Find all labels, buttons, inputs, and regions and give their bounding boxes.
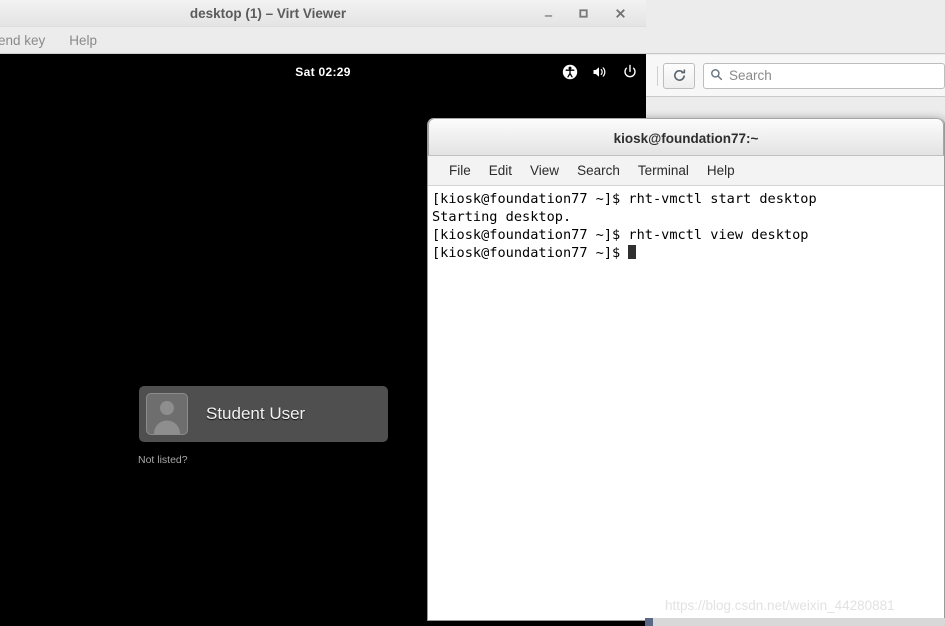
gdm-not-listed-link[interactable]: Not listed?	[138, 454, 188, 466]
power-icon[interactable]	[622, 64, 638, 80]
background-window-toolbar: Search	[646, 55, 945, 97]
bottom-scroll-strip	[645, 618, 945, 626]
gdm-clock[interactable]: Sat 02:29	[0, 54, 646, 90]
terminal-menu-help[interactable]: Help	[698, 163, 744, 178]
gdm-user-tile[interactable]: Student User	[139, 386, 388, 442]
terminal-menu-terminal[interactable]: Terminal	[629, 163, 698, 178]
terminal-menubar: File Edit View Search Terminal Help	[428, 156, 944, 186]
search-icon	[710, 68, 723, 84]
avatar	[146, 393, 188, 435]
terminal-title: kiosk@foundation77:~	[613, 131, 759, 146]
gdm-top-bar: Sat 02:29	[0, 54, 646, 90]
terminal-prompt: [kiosk@foundation77 ~]$	[432, 245, 629, 261]
gdm-user-name: Student User	[206, 404, 306, 423]
search-input[interactable]: Search	[703, 62, 945, 89]
reload-icon[interactable]	[663, 62, 695, 89]
virt-viewer-menubar: end key Help	[0, 27, 646, 54]
terminal-titlebar[interactable]: kiosk@foundation77:~	[428, 118, 944, 156]
maximize-icon[interactable]	[570, 0, 596, 27]
gdm-status-area	[562, 54, 638, 90]
terminal-line: [kiosk@foundation77 ~]$ rht-vmctl view d…	[432, 227, 809, 243]
minimize-icon[interactable]	[535, 0, 561, 27]
accessibility-icon[interactable]	[562, 64, 578, 80]
virt-viewer-titlebar[interactable]: desktop (1) – Virt Viewer	[0, 0, 646, 27]
terminal-menu-file[interactable]: File	[440, 163, 480, 178]
toolbar-separator	[657, 65, 658, 86]
terminal-output[interactable]: [kiosk@foundation77 ~]$ rht-vmctl start …	[429, 186, 943, 619]
terminal-line: Starting desktop.	[432, 209, 572, 225]
bottom-scroll-thumb	[645, 618, 653, 626]
volume-icon[interactable]	[592, 64, 608, 80]
search-placeholder: Search	[729, 68, 772, 83]
terminal-window[interactable]: kiosk@foundation77:~ File Edit View Sear…	[427, 118, 945, 621]
terminal-prompt-line: [kiosk@foundation77 ~]$	[432, 244, 943, 262]
terminal-cursor	[628, 245, 637, 259]
terminal-menu-edit[interactable]: Edit	[480, 163, 521, 178]
terminal-line: [kiosk@foundation77 ~]$ rht-vmctl start …	[432, 191, 817, 207]
menu-item-help[interactable]: Help	[57, 33, 109, 48]
background-window-header	[646, 0, 945, 54]
menu-item-send-key[interactable]: end key	[0, 33, 57, 48]
terminal-menu-view[interactable]: View	[521, 163, 568, 178]
close-icon[interactable]	[607, 0, 633, 27]
terminal-menu-search[interactable]: Search	[568, 163, 629, 178]
